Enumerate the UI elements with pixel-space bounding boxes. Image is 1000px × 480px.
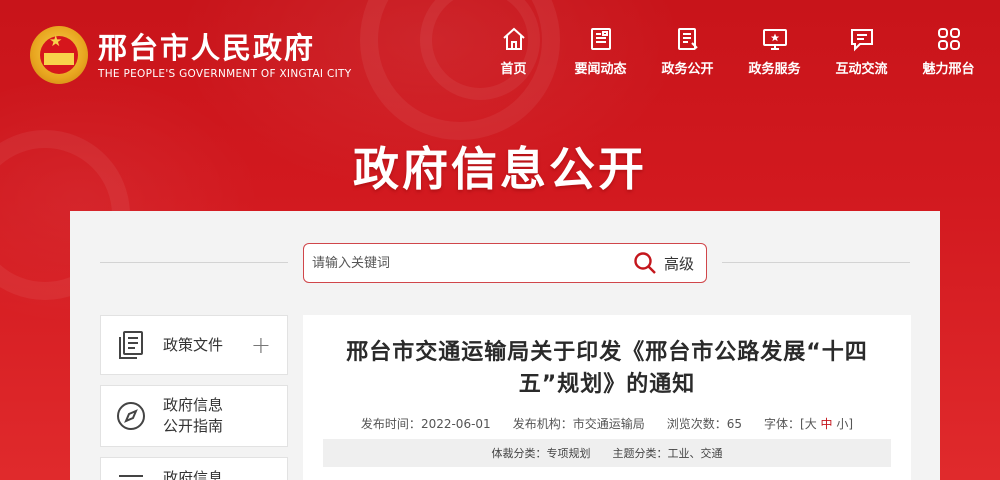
sidebar-item-label: 政府信息 公开指南 [163,396,224,435]
content-panel: 高级 政策文件 + 政府信息 公开指南 政府信息 邢台市交通运输局关于印发《邢台… [70,211,940,480]
site-title: 邢台市人民政府 [98,31,316,65]
grid-icon [937,28,960,50]
search-bar: 高级 [303,243,707,283]
advanced-search-button[interactable]: 高级 [664,253,694,274]
genre: 体裁分类：专项规划 [491,447,591,460]
nav-item-gov-affairs-public[interactable]: 政务公开 [644,26,731,77]
national-emblem-icon: ★ [30,26,88,84]
article-title: 邢台市交通运输局关于印发《邢台市公路发展“十四五”规划》的通知 [346,340,868,397]
view-count: 浏览次数：65 [666,417,743,431]
publish-time: 发布时间：2022-06-01 [360,417,491,431]
topic: 主题分类：工业、交通 [612,447,723,460]
expand-toggle[interactable]: + [251,333,271,357]
sidebar-item-label: 政策文件 [163,335,224,354]
compass-icon [117,402,145,430]
home-icon [502,27,525,50]
publish-agency: 发布机构：市交通运输局 [512,417,645,431]
monitor-star-icon [762,29,787,50]
article-meta: 发布时间：2022-06-01 发布机构：市交通运输局 浏览次数：65 字体：[… [303,415,911,432]
site-logo[interactable]: ★ 邢台市人民政府 THE PEOPLE'S GOVERNMENT OF XIN… [30,26,351,84]
nav-item-news[interactable]: 要闻动态 [557,26,644,77]
site-title-english: THE PEOPLE'S GOVERNMENT OF XINGTAI CITY [98,68,352,80]
font-medium-button[interactable]: 中 [821,417,833,431]
nav-item-charm-xingtai[interactable]: 魅力邢台 [905,26,992,77]
main-nav: 首页 要闻动态 政务公开 政务服务 互动交流 魅力邢台 [470,26,992,77]
news-icon [590,28,611,50]
sidebar-item-policy-files[interactable]: 政策文件 + [100,315,288,375]
list-icon [119,475,143,477]
divider [722,262,910,263]
article-classification: 体裁分类：专项规划 主题分类：工业、交通 [323,439,891,467]
search-icon[interactable] [632,250,658,276]
sidebar-item-label: 政府信息 [163,469,224,480]
document-icon [677,28,698,50]
nav-item-home[interactable]: 首页 [470,26,557,77]
banner-title: 政府信息公开 [353,142,647,196]
divider [100,262,288,263]
article-card: 邢台市交通运输局关于印发《邢台市公路发展“十四五”规划》的通知 发布时间：202… [303,315,911,480]
nav-item-interaction[interactable]: 互动交流 [818,26,905,77]
search-input[interactable] [304,244,632,282]
chat-icon [850,29,873,52]
font-large-button[interactable]: [大 [800,417,817,431]
files-icon [119,331,143,359]
nav-item-gov-services[interactable]: 政务服务 [731,26,818,77]
font-size-selector: 字体：[大 中 小] [764,417,854,431]
font-small-button[interactable]: 小] [836,417,853,431]
sidebar-item-disclosure-guide[interactable]: 政府信息 公开指南 [100,385,288,447]
sidebar-item-gov-info[interactable]: 政府信息 [100,457,288,480]
